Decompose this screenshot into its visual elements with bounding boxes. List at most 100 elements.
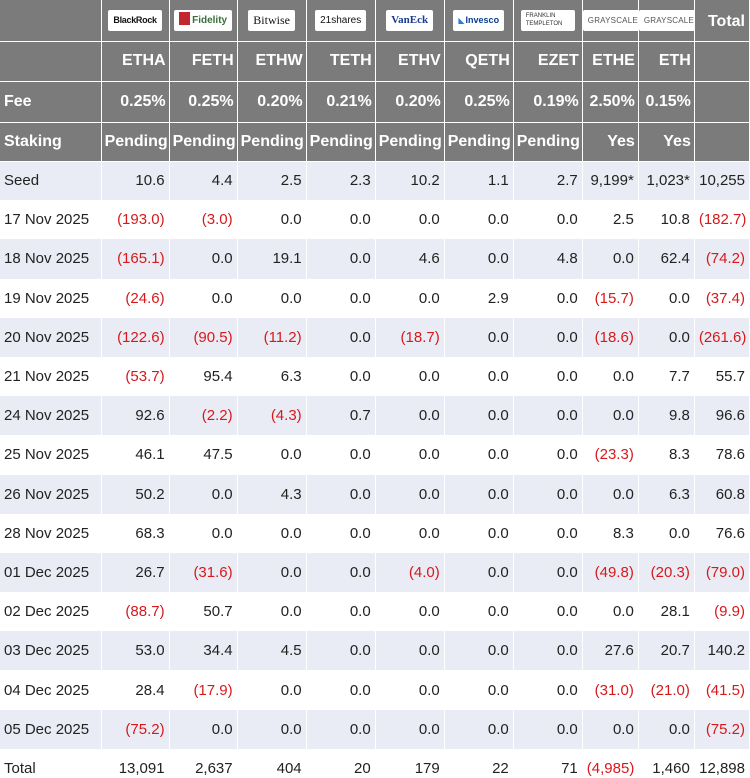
flow-cell: 6.3 (638, 474, 695, 514)
flow-cell: 28.1 (638, 592, 695, 632)
flow-cell: 10.8 (638, 200, 695, 240)
table-row: 17 Nov 2025 (193.0) (3.0) 0.0 0.0 0.0 0.0 0.0 2.… (0, 200, 750, 240)
row-label: 17 Nov 2025 (0, 200, 102, 240)
flow-cell: (193.0) (101, 200, 170, 240)
staking-cell: Yes (638, 122, 695, 162)
table-row: 26 Nov 2025 50.2 0.0 4.3 0.0 0.0 0.0 0.0 0.0 6.3 6… (0, 474, 750, 514)
flow-cell: 0.0 (306, 670, 376, 710)
flow-cell: 0.0 (306, 278, 376, 318)
flow-cell: (2.2) (169, 396, 238, 436)
flow-cell: (31.0) (582, 670, 639, 710)
flow-cell: 0.0 (237, 670, 307, 710)
row-label: 18 Nov 2025 (0, 239, 102, 279)
flow-cell: (4.0) (375, 552, 445, 593)
flow-cell: 1,460 (638, 748, 695, 778)
flow-cell: (75.2) (101, 709, 170, 749)
flow-cell: 0.0 (306, 200, 376, 240)
flow-cell: 0.0 (306, 356, 376, 397)
etf-flows-table: BlackRock Fidelity Bitwise 21shares VanE… (0, 0, 750, 778)
row-label: 01 Dec 2025 (0, 552, 102, 593)
table-row: 28 Nov 2025 68.3 0.0 0.0 0.0 0.0 0.0 0.0 8.3 0.0 7… (0, 513, 750, 553)
table-row: Seed 10.6 4.4 2.5 2.3 10.2 1.1 2.7 9,199* 1,023* 1… (0, 161, 750, 201)
ticker-cell: ETH (638, 41, 695, 82)
flow-cell: 28.4 (101, 670, 170, 710)
ticker-cell: EZET (513, 41, 583, 82)
ticker-cell: ETHW (237, 41, 307, 82)
row-total-cell: 96.6 (694, 396, 750, 436)
franklin-templeton-logo: FRANKLIN TEMPLETON (520, 9, 575, 31)
flow-cell: 0.0 (169, 474, 238, 514)
issuer-logo-cell: FRANKLIN TEMPLETON (513, 0, 583, 42)
flow-cell: (11.2) (237, 317, 307, 357)
flow-cell: 0.0 (638, 709, 695, 749)
flow-cell: 0.0 (237, 200, 307, 240)
blackrock-logo: BlackRock (108, 9, 162, 31)
fidelity-logo: Fidelity (174, 9, 233, 31)
flow-cell: 50.2 (101, 474, 170, 514)
flow-cell: 4.3 (237, 474, 307, 514)
flow-cell: 0.0 (513, 670, 583, 710)
flow-cell: 0.0 (306, 631, 376, 671)
table-row: 05 Dec 2025 (75.2) 0.0 0.0 0.0 0.0 0.0 0.0 0.0 0.… (0, 709, 750, 749)
flow-cell: 0.0 (237, 592, 307, 632)
flow-cell: 0.0 (582, 592, 639, 632)
fee-cell: 0.15% (638, 81, 695, 123)
flow-cell: 34.4 (169, 631, 238, 671)
flow-cell: 0.0 (582, 356, 639, 397)
flow-cell: 0.0 (444, 513, 514, 553)
fee-cell: 0.20% (237, 81, 307, 123)
flow-cell: (4.3) (237, 396, 307, 436)
flow-cell: 2.9 (444, 278, 514, 318)
flow-cell: 0.0 (444, 356, 514, 397)
grayscale-logo: GRAYSCALE (638, 9, 694, 31)
staking-row: Staking Pending Pending Pending Pending Pend… (0, 122, 750, 162)
row-label: Seed (0, 161, 102, 201)
row-label: 02 Dec 2025 (0, 592, 102, 632)
table-row: 03 Dec 2025 53.0 34.4 4.5 0.0 0.0 0.0 0.0 27.6 20… (0, 631, 750, 671)
flow-cell: 0.0 (306, 709, 376, 749)
table-row: 25 Nov 2025 46.1 47.5 0.0 0.0 0.0 0.0 0.0 (23.3)… (0, 435, 750, 475)
flow-cell: 0.0 (513, 513, 583, 553)
flow-cell: (122.6) (101, 317, 170, 357)
row-total-cell: (41.5) (694, 670, 750, 710)
total-column-header: Total (694, 0, 750, 42)
21shares-logo: 21shares (315, 9, 367, 31)
flow-cell: 0.0 (638, 278, 695, 318)
flow-cell: 0.7 (306, 396, 376, 436)
flow-cell: (165.1) (101, 239, 170, 279)
issuer-logo-cell: BlackRock (101, 0, 170, 42)
row-label: 04 Dec 2025 (0, 670, 102, 710)
flow-cell: 0.0 (375, 435, 445, 475)
row-label: 26 Nov 2025 (0, 474, 102, 514)
flow-cell: 0.0 (375, 709, 445, 749)
staking-cell: Pending (513, 122, 583, 162)
flow-cell: 9,199* (582, 161, 639, 201)
flow-cell: 0.0 (169, 239, 238, 279)
issuer-logo-cell: 21shares (306, 0, 376, 42)
row-total-cell: 10,255 (694, 161, 750, 201)
staking-cell: Pending (444, 122, 514, 162)
flow-cell: 0.0 (169, 513, 238, 553)
invesco-logo: ◣Invesco (453, 9, 505, 31)
flow-cell: 0.0 (375, 670, 445, 710)
row-total-cell: (79.0) (694, 552, 750, 593)
flow-cell: (15.7) (582, 278, 639, 318)
flow-cell: 0.0 (582, 709, 639, 749)
staking-row-label: Staking (0, 122, 102, 162)
row-label: 24 Nov 2025 (0, 396, 102, 436)
issuer-logo-cell: GRAYSCALE (638, 0, 695, 42)
flow-cell: 53.0 (101, 631, 170, 671)
issuer-logo-cell: Fidelity (169, 0, 238, 42)
ticker-cell: ETHA (101, 41, 170, 82)
staking-total-cell (694, 122, 750, 162)
flow-cell: 0.0 (638, 513, 695, 553)
issuer-logo-cell: VanEck (375, 0, 445, 42)
flow-cell: 0.0 (306, 239, 376, 279)
row-label: 20 Nov 2025 (0, 317, 102, 357)
flow-cell: 0.0 (582, 396, 639, 436)
flow-cell: 13,091 (101, 748, 170, 778)
flow-cell: 1.1 (444, 161, 514, 201)
flow-cell: 95.4 (169, 356, 238, 397)
flow-cell: 46.1 (101, 435, 170, 475)
flow-cell: 20.7 (638, 631, 695, 671)
